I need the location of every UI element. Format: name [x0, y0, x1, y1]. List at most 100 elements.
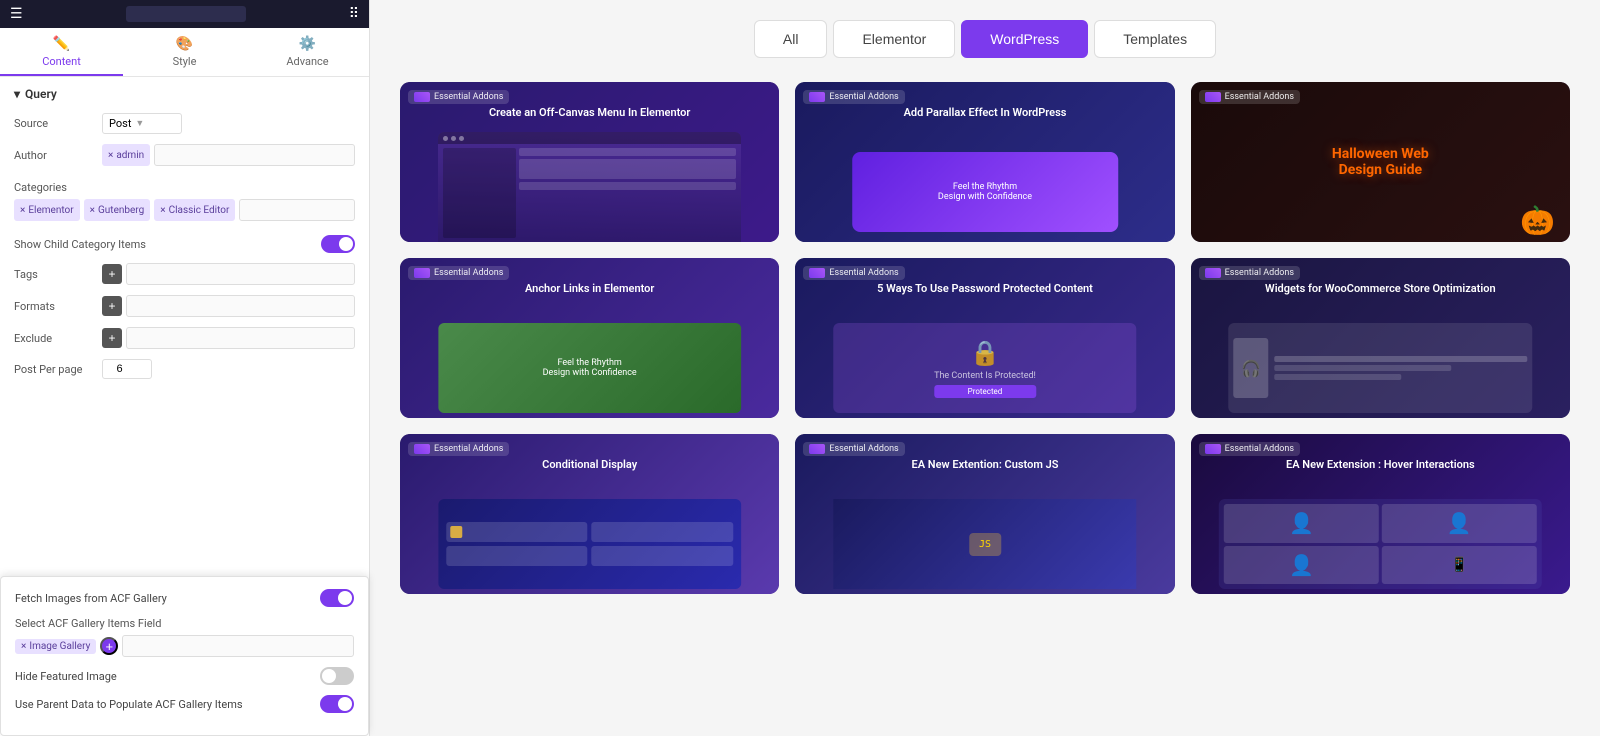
acf-tag-input-row: × Image Gallery +	[15, 635, 354, 657]
card-4-badge: Essential Addons	[408, 266, 509, 280]
cat-label-3: Classic Editor	[169, 205, 230, 216]
card-9[interactable]: Essential Addons EA New Extension : Hove…	[1191, 434, 1570, 594]
categories-input[interactable]	[239, 199, 355, 221]
query-arrow-icon: ▾	[14, 87, 20, 101]
grid-icon[interactable]: ⠿	[349, 6, 359, 22]
category-tag-elementor: × Elementor	[14, 199, 80, 221]
category-tag-classic: × Classic Editor	[154, 199, 235, 221]
card-9-visual: 👤 👤 👤 📱	[1219, 499, 1541, 589]
show-child-toggle[interactable]	[321, 235, 355, 253]
cat-label-1: Elementor	[28, 205, 73, 216]
show-child-label: Show Child Category Items	[14, 238, 313, 251]
formats-input[interactable]	[126, 295, 355, 317]
source-field: Source Post ▼	[14, 113, 355, 134]
card-7[interactable]: Essential Addons Conditional Display	[400, 434, 779, 594]
badge-text-1: Essential Addons	[434, 92, 503, 102]
badge-text-4: Essential Addons	[434, 268, 503, 278]
cat-remove-2[interactable]: ×	[90, 205, 95, 216]
filter-tabs-row: All Elementor WordPress Templates	[400, 20, 1570, 58]
author-tag-remove[interactable]: ×	[108, 150, 113, 161]
badge-text-5: Essential Addons	[829, 268, 898, 278]
card-6-title: Widgets for WooCommerce Store Optimizati…	[1191, 282, 1570, 295]
badge-logo-4	[414, 268, 430, 278]
fetch-images-toggle[interactable]	[320, 589, 354, 607]
acf-field-tag: × Image Gallery	[15, 639, 96, 654]
use-parent-toggle[interactable]	[320, 695, 354, 713]
card-7-badge: Essential Addons	[408, 442, 509, 456]
badge-text-9: Essential Addons	[1225, 444, 1294, 454]
card-6[interactable]: Essential Addons Widgets for WooCommerce…	[1191, 258, 1570, 418]
select-acf-field: Select ACF Gallery Items Field × Image G…	[15, 617, 354, 657]
acf-tag-input[interactable]	[122, 635, 354, 657]
post-per-page-input[interactable]	[102, 359, 152, 379]
card-4-image: Essential Addons Anchor Links in Element…	[400, 258, 779, 418]
card-5-image: Essential Addons 5 Ways To Use Password …	[795, 258, 1174, 418]
filter-tab-elementor[interactable]: Elementor	[833, 20, 955, 58]
tags-label: Tags	[14, 268, 94, 281]
card-8-badge: Essential Addons	[803, 442, 904, 456]
fetch-images-label: Fetch Images from ACF Gallery	[15, 592, 312, 605]
use-parent-row: Use Parent Data to Populate ACF Gallery …	[15, 695, 354, 713]
card-6-badge: Essential Addons	[1199, 266, 1300, 280]
advance-icon: ⚙️	[299, 36, 316, 52]
category-tag-gutenberg: × Gutenberg	[84, 199, 151, 221]
exclude-input[interactable]	[126, 327, 355, 349]
categories-tag-list: × Elementor × Gutenberg × Classic Editor	[14, 195, 355, 225]
tags-input[interactable]	[126, 263, 355, 285]
formats-label: Formats	[14, 300, 94, 313]
tab-style-label: Style	[173, 55, 197, 68]
cat-remove-3[interactable]: ×	[160, 205, 165, 216]
badge-text-7: Essential Addons	[434, 444, 503, 454]
badge-text-8: Essential Addons	[829, 444, 898, 454]
card-9-title: EA New Extension : Hover Interactions	[1191, 458, 1570, 471]
card-9-badge: Essential Addons	[1199, 442, 1300, 456]
card-3-image: Essential Addons Halloween WebDesign Gui…	[1191, 82, 1570, 242]
exclude-field: Exclude +	[14, 327, 355, 349]
tags-add-button[interactable]: +	[102, 264, 122, 284]
hamburger-icon[interactable]: ☰	[10, 6, 23, 22]
card-8[interactable]: Essential Addons EA New Extention: Custo…	[795, 434, 1174, 594]
card-5[interactable]: Essential Addons 5 Ways To Use Password …	[795, 258, 1174, 418]
main-content: All Elementor WordPress Templates Essent…	[370, 0, 1600, 736]
acf-tag-add-button[interactable]: +	[100, 637, 118, 655]
formats-add-button[interactable]: +	[102, 296, 122, 316]
filter-tab-all[interactable]: All	[754, 20, 828, 58]
card-5-visual: 🔒 The Content Is Protected! Protected	[833, 323, 1136, 413]
card-6-visual: 🎧	[1229, 323, 1532, 413]
parallax-text: Feel the RhythmDesign with Confidence	[934, 178, 1036, 206]
card-2[interactable]: Essential Addons Add Parallax Effect In …	[795, 82, 1174, 242]
tags-field: Tags +	[14, 263, 355, 285]
fetch-images-row: Fetch Images from ACF Gallery	[15, 589, 354, 607]
card-1[interactable]: Essential Addons Create an Off-Canvas Me…	[400, 82, 779, 242]
exclude-label: Exclude	[14, 332, 94, 345]
card-3[interactable]: Essential Addons Halloween WebDesign Gui…	[1191, 82, 1570, 242]
card-4[interactable]: Essential Addons Anchor Links in Element…	[400, 258, 779, 418]
author-input[interactable]	[154, 144, 355, 166]
badge-logo-7	[414, 444, 430, 454]
card-1-mock	[438, 132, 741, 242]
cat-remove-1[interactable]: ×	[20, 205, 25, 216]
source-select[interactable]: Post ▼	[102, 113, 182, 134]
card-9-image: Essential Addons EA New Extension : Hove…	[1191, 434, 1570, 594]
tab-advance[interactable]: ⚙️ Advance	[246, 28, 369, 76]
tab-content[interactable]: ✏️ Content	[0, 28, 123, 76]
badge-text-6: Essential Addons	[1225, 268, 1294, 278]
card-1-image: Essential Addons Create an Off-Canvas Me…	[400, 82, 779, 242]
hover-cell-4: 📱	[1382, 546, 1537, 585]
acf-tag-remove[interactable]: ×	[21, 641, 26, 652]
categories-field: Categories × Elementor × Gutenberg × Cla…	[14, 176, 355, 225]
exclude-add-button[interactable]: +	[102, 328, 122, 348]
query-section-header[interactable]: ▾ Query	[14, 87, 355, 101]
badge-logo-9	[1205, 444, 1221, 454]
select-acf-label: Select ACF Gallery Items Field	[15, 617, 354, 630]
hide-featured-toggle[interactable]	[320, 667, 354, 685]
tab-style[interactable]: 🎨 Style	[123, 28, 246, 76]
card-7-image: Essential Addons Conditional Display	[400, 434, 779, 594]
panel-tabs: ✏️ Content 🎨 Style ⚙️ Advance	[0, 28, 369, 77]
badge-logo-5	[809, 268, 825, 278]
card-5-title: 5 Ways To Use Password Protected Content	[795, 282, 1174, 295]
filter-tab-templates[interactable]: Templates	[1094, 20, 1216, 58]
author-field: Author × admin	[14, 144, 355, 166]
filter-tab-wordpress[interactable]: WordPress	[961, 20, 1088, 58]
badge-logo-6	[1205, 268, 1221, 278]
